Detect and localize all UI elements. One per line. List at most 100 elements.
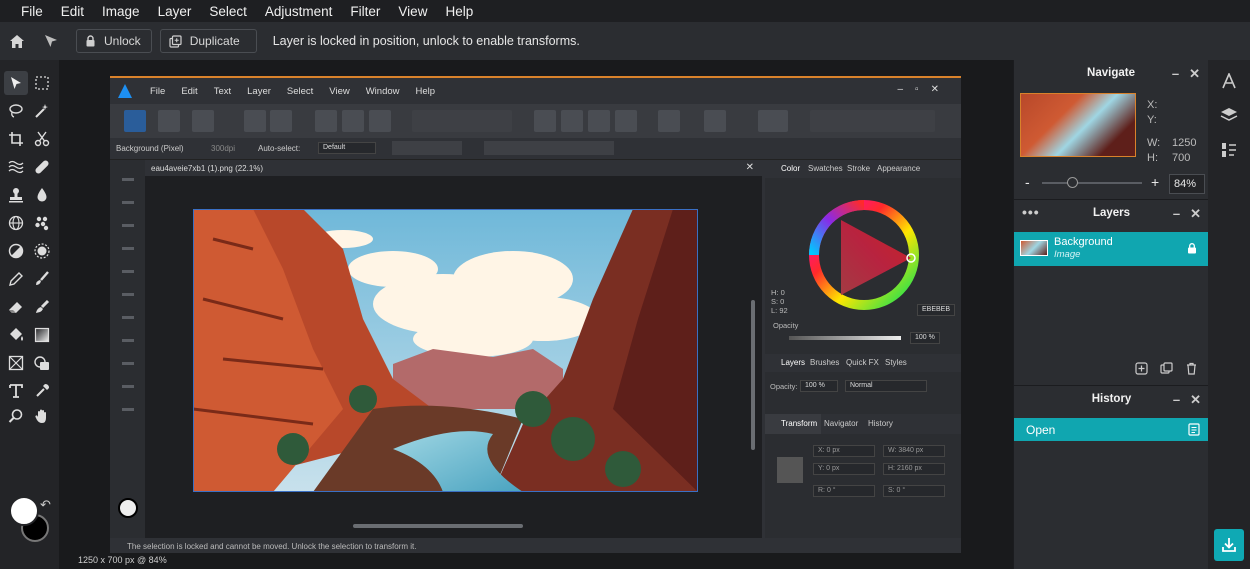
text-tool-icon[interactable] bbox=[4, 379, 28, 403]
menu-adjustment[interactable]: Adjustment bbox=[256, 4, 342, 19]
scissors-icon[interactable] bbox=[30, 127, 54, 151]
navigate-close-icon[interactable]: ✕ bbox=[1189, 66, 1200, 82]
inner-menu-file: File bbox=[150, 85, 166, 97]
inner-select1-icon bbox=[315, 110, 337, 132]
inner-status-bar: The selection is locked and cannot be mo… bbox=[110, 538, 961, 553]
foreground-color-swatch[interactable] bbox=[9, 496, 39, 526]
history-steps-icon[interactable] bbox=[1219, 140, 1239, 160]
menu-file[interactable]: File bbox=[12, 4, 52, 19]
inner-tab-brushes: Brushes bbox=[810, 358, 840, 367]
inner-tab-navigator: Navigator bbox=[824, 419, 859, 428]
add-layer-icon[interactable] bbox=[1135, 362, 1148, 375]
shape-tool-icon[interactable] bbox=[30, 351, 54, 375]
history-document-icon bbox=[1188, 423, 1200, 436]
blur-drop-icon[interactable] bbox=[30, 183, 54, 207]
eraser-tool-icon[interactable] bbox=[4, 295, 28, 319]
inner-menu-view: View bbox=[329, 85, 350, 97]
inner-arrow-icon bbox=[561, 110, 583, 132]
menu-help[interactable]: Help bbox=[436, 4, 482, 19]
zoom-input[interactable]: 84% bbox=[1169, 174, 1205, 194]
delete-layer-icon[interactable] bbox=[1185, 362, 1198, 375]
top-toolbar: Unlock Duplicate Layer is locked in posi… bbox=[0, 22, 1250, 60]
zoom-slider-handle[interactable] bbox=[1067, 177, 1078, 188]
history-entry-open[interactable]: Open bbox=[1014, 418, 1209, 441]
smudge-tool-icon[interactable] bbox=[30, 295, 54, 319]
magic-wand-icon[interactable] bbox=[30, 99, 54, 123]
inner-menu-text: Text bbox=[213, 85, 232, 97]
navigate-minimize-icon[interactable]: – bbox=[1172, 66, 1179, 82]
bandage-heal-icon[interactable] bbox=[30, 155, 54, 179]
dodge-burn-icon[interactable] bbox=[4, 239, 28, 263]
pattern-tool-icon[interactable] bbox=[30, 211, 54, 235]
inner-distribute-icon bbox=[658, 110, 680, 132]
layers-minimize-icon[interactable]: – bbox=[1173, 206, 1180, 222]
inner-doc-title: eau4aveie7xb1 (1).png (22.1%) bbox=[151, 164, 264, 173]
inner-vertical-scrollbar bbox=[751, 300, 755, 450]
history-controls: – ✕ bbox=[1173, 392, 1201, 408]
zoom-in-button[interactable]: + bbox=[1151, 174, 1159, 190]
gradient-tool-icon[interactable] bbox=[30, 323, 54, 347]
inner-select3-icon bbox=[369, 110, 391, 132]
inner-dpi: 300dpi bbox=[211, 144, 236, 153]
move-arrow-icon[interactable] bbox=[34, 22, 68, 60]
inner-settings2-icon bbox=[270, 110, 292, 132]
menu-filter[interactable]: Filter bbox=[341, 4, 389, 19]
duplicate-button[interactable]: Duplicate bbox=[159, 29, 257, 53]
inner-document: eau4aveie7xb1 (1).png (22.1%) ✕ bbox=[145, 160, 762, 538]
menu-select[interactable]: Select bbox=[200, 4, 256, 19]
download-icon bbox=[1222, 538, 1236, 552]
inner-align-buttons bbox=[484, 141, 614, 155]
menu-edit[interactable]: Edit bbox=[52, 4, 93, 19]
move-tool-icon[interactable] bbox=[4, 71, 28, 95]
layer-type: Image bbox=[1054, 249, 1081, 260]
crop-tool-icon[interactable] bbox=[4, 127, 28, 151]
navigator-thumbnail[interactable] bbox=[1020, 93, 1136, 157]
layers-menu-icon[interactable]: ••• bbox=[1022, 204, 1040, 220]
inner-tab-layers: Layers bbox=[781, 358, 806, 367]
frame-tool-icon[interactable] bbox=[4, 351, 28, 375]
inner-opacity-value: 100 % bbox=[910, 332, 940, 344]
home-icon[interactable] bbox=[0, 22, 34, 60]
eyedropper-icon[interactable] bbox=[30, 379, 54, 403]
layers-actions bbox=[1135, 362, 1198, 375]
inner-tf-s: S: 0 ° bbox=[883, 485, 945, 497]
inner-tf-r: R: 0 ° bbox=[813, 485, 875, 497]
stamp-tool-icon[interactable] bbox=[4, 183, 28, 207]
zoom-out-button[interactable]: - bbox=[1025, 174, 1030, 190]
inner-tf-x: X: 0 px bbox=[813, 445, 875, 457]
layers-close-icon[interactable]: ✕ bbox=[1190, 206, 1201, 222]
layer-lock-icon[interactable] bbox=[1187, 243, 1197, 254]
brush-tool-icon[interactable] bbox=[30, 267, 54, 291]
paint-bucket-icon[interactable] bbox=[4, 323, 28, 347]
lasso-tool-icon[interactable] bbox=[4, 99, 28, 123]
nav-h-value: 700 bbox=[1172, 152, 1191, 164]
export-button[interactable] bbox=[1214, 529, 1244, 561]
liquify-tool-icon[interactable] bbox=[4, 155, 28, 179]
marquee-tool-icon[interactable] bbox=[30, 71, 54, 95]
text-style-icon[interactable] bbox=[1219, 71, 1239, 91]
inner-settings-icon bbox=[244, 110, 266, 132]
layers-stack-icon[interactable] bbox=[1219, 105, 1239, 125]
inner-layer-type: Background (Pixel) bbox=[116, 144, 184, 153]
menu-image[interactable]: Image bbox=[93, 4, 149, 19]
zoom-tool-icon[interactable] bbox=[4, 404, 28, 428]
history-minimize-icon[interactable]: – bbox=[1173, 392, 1180, 408]
inner-opacity-slider bbox=[789, 336, 901, 340]
navigate-title: Navigate bbox=[1087, 67, 1135, 79]
unlock-button[interactable]: Unlock bbox=[76, 29, 152, 53]
sponge-tool-icon[interactable] bbox=[30, 239, 54, 263]
inner-layer-opacity-label: Opacity: bbox=[770, 382, 798, 391]
hand-tool-icon[interactable] bbox=[30, 404, 54, 428]
inner-hsl-l: L: 92 bbox=[771, 306, 788, 315]
menu-view[interactable]: View bbox=[389, 4, 436, 19]
inner-tab-swatches: Swatches bbox=[808, 164, 843, 173]
duplicate-layer-icon[interactable] bbox=[1160, 362, 1173, 375]
swap-colors-icon[interactable]: ↶ bbox=[40, 497, 51, 513]
globe-tool-icon[interactable] bbox=[4, 211, 28, 235]
layer-row-background[interactable]: Background Image bbox=[1014, 232, 1209, 266]
menu-layer[interactable]: Layer bbox=[149, 4, 201, 19]
inner-transform-buttons bbox=[392, 141, 462, 155]
history-close-icon[interactable]: ✕ bbox=[1190, 392, 1201, 408]
pencil-tool-icon[interactable] bbox=[4, 267, 28, 291]
zoom-slider-track[interactable] bbox=[1042, 182, 1142, 184]
